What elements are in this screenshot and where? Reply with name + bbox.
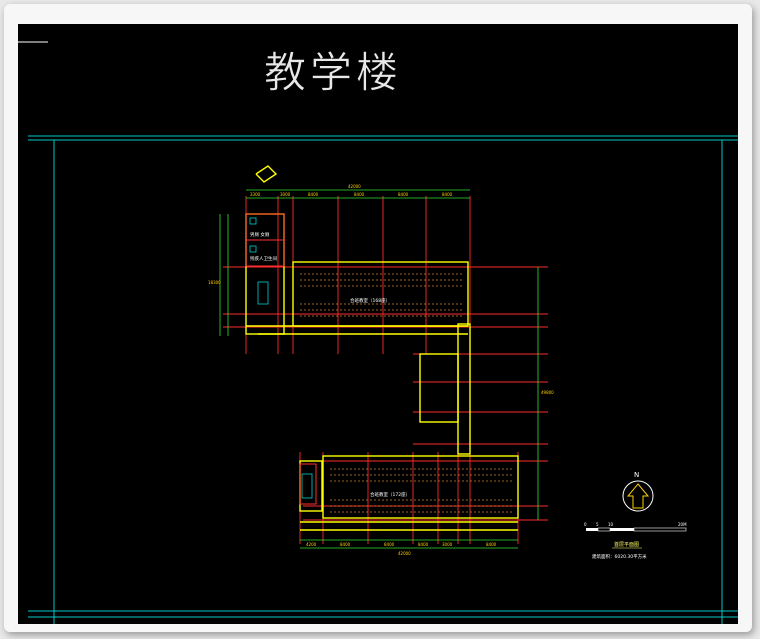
room-label-upper: 合班教室（168座） [350, 297, 390, 304]
left-total-dim: 18300 [208, 280, 221, 285]
dim-label: 8400 [384, 542, 395, 547]
dim-label: 3300 [250, 192, 261, 197]
right-total-dim: 49800 [541, 390, 554, 395]
dim-label: 8400 [354, 192, 365, 197]
scale-label: 0 [584, 522, 587, 527]
dim-label: 3000 [442, 542, 453, 547]
compass-label: N [634, 471, 639, 479]
floor-plan-svg: 42000 3300 3000 8400 8400 8400 8400 4200… [18, 41, 738, 624]
dim-label: 8400 [308, 192, 319, 197]
top-total-dim: 42000 [348, 184, 361, 189]
seating-rows [300, 273, 512, 513]
building-area-note: 建筑面积：6020.30平方米 [592, 553, 647, 560]
room-label-lower: 合班教室（172座） [370, 491, 410, 498]
cad-drawing-canvas[interactable]: 教学楼 42000 3300 3000 8400 8400 8400 8400 … [18, 24, 738, 624]
scale-label: 20M [678, 522, 687, 527]
room-label-toilet: 男厕 女厕 [250, 231, 270, 238]
room-label-toilet-2: 残疾人卫生间 [250, 255, 277, 262]
dim-label: 3000 [280, 192, 291, 197]
dim-label: 8400 [486, 542, 497, 547]
axis-grid [223, 196, 548, 544]
dim-label: 8400 [442, 192, 453, 197]
dim-label: 4200 [306, 542, 317, 547]
room-labels: 合班教室（168座） 合班教室（172座） 男厕 女厕 残疾人卫生间 [250, 231, 410, 498]
scale-label: 10 [608, 522, 614, 527]
floor-plan-name: 首层平面图 [614, 541, 639, 548]
scale-bar: 0 5 10 20M [584, 522, 687, 532]
dim-label: 8400 [398, 192, 409, 197]
bottom-total-dim: 42000 [398, 551, 411, 556]
dim-label: 8400 [418, 542, 429, 547]
screenshot-frame: 教学楼 42000 3300 3000 8400 8400 8400 8400 … [4, 4, 752, 632]
north-compass-icon: N [622, 471, 654, 512]
dim-label: 8400 [340, 542, 351, 547]
scale-label: 5 [596, 522, 599, 527]
